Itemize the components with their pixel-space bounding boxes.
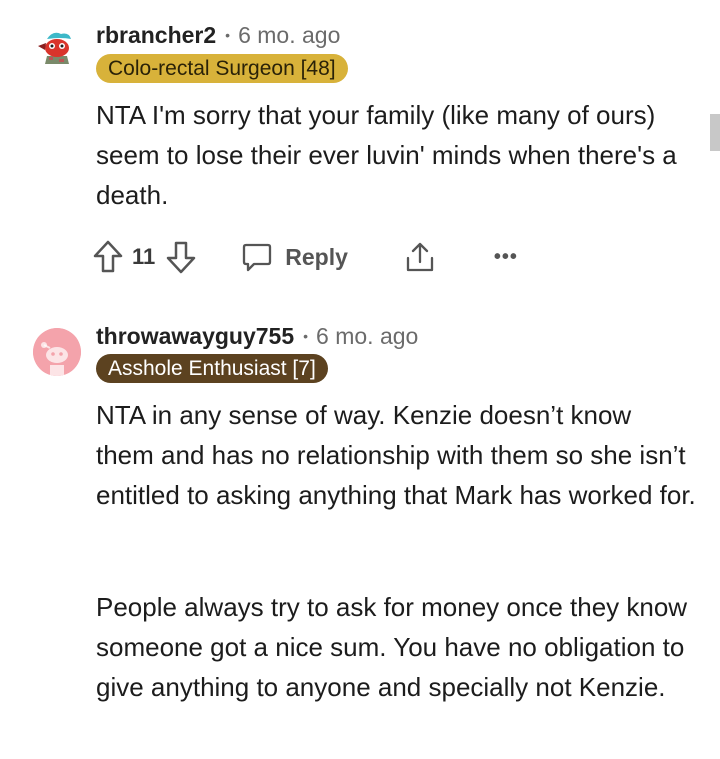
comment-header: throwawayguy755 • 6 mo. ago xyxy=(96,321,418,351)
vote-count: 11 xyxy=(132,244,156,269)
timestamp: 6 mo. ago xyxy=(316,322,419,349)
timestamp: 6 mo. ago xyxy=(238,21,341,48)
more-dots-icon[interactable]: ••• xyxy=(494,246,518,269)
user-flair: Colo-rectal Surgeon [48] xyxy=(96,54,348,83)
separator-dot: • xyxy=(225,27,231,43)
reply-label: Reply xyxy=(285,243,348,270)
username[interactable]: throwawayguy755 xyxy=(96,323,294,350)
reply-button[interactable]: Reply xyxy=(241,241,348,273)
avatar[interactable] xyxy=(33,328,81,376)
user-flair: Asshole Enthusiast [7] xyxy=(96,354,328,383)
comment-actions: 11 Reply ••• xyxy=(92,237,518,277)
speech-bubble-icon xyxy=(241,241,273,273)
scrollbar[interactable] xyxy=(710,114,720,151)
separator-dot: • xyxy=(303,328,309,344)
username[interactable]: rbrancher2 xyxy=(96,22,216,49)
arrow-down-icon[interactable] xyxy=(165,239,197,275)
comment-body: NTA I'm sorry that your family (like man… xyxy=(96,100,677,210)
comment-paragraph: People always try to ask for money once … xyxy=(96,592,688,702)
comment-paragraph: NTA in any sense of way. Kenzie doesn’t … xyxy=(96,400,696,510)
comment-header: rbrancher2 • 6 mo. ago xyxy=(96,20,340,50)
arrow-up-icon[interactable] xyxy=(92,239,124,275)
avatar[interactable] xyxy=(33,26,81,74)
share-icon[interactable] xyxy=(404,240,436,274)
